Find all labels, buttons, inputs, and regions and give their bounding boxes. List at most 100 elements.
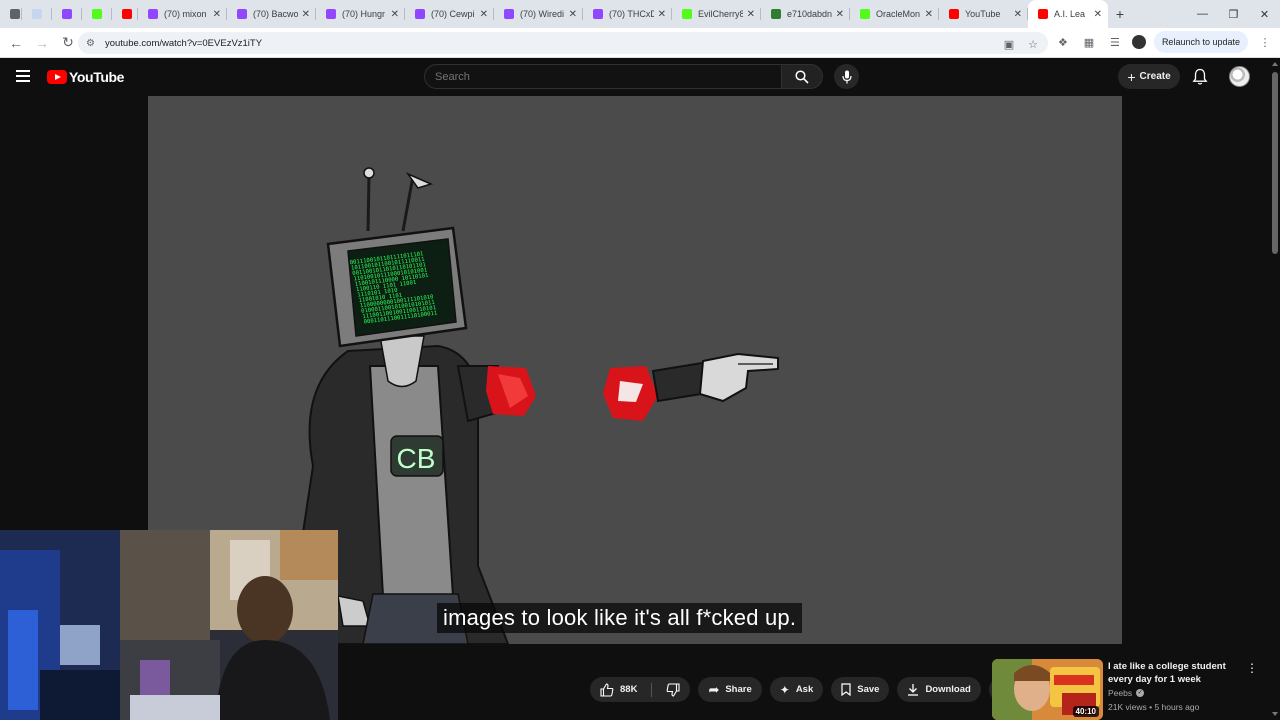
browser-tab[interactable] [82, 0, 112, 28]
browser-tab[interactable] [52, 0, 82, 28]
back-icon[interactable]: ← [4, 31, 28, 55]
voice-search-button[interactable] [834, 64, 859, 89]
scroll-up-arrow-icon[interactable] [1272, 62, 1278, 66]
bookmark-icon [841, 683, 851, 696]
browser-tab[interactable] [0, 0, 22, 28]
install-app-icon[interactable]: ▣ [1000, 35, 1018, 53]
scroll-down-arrow-icon[interactable] [1272, 712, 1278, 716]
tab-close-icon[interactable]: ✕ [1094, 9, 1102, 20]
tab-favicon-icon [949, 9, 959, 19]
search-field[interactable] [424, 64, 782, 89]
restore-icon[interactable]: ❐ [1218, 0, 1249, 28]
new-tab-button[interactable]: + [1108, 6, 1132, 22]
tab-close-icon[interactable]: ✕ [1014, 9, 1022, 20]
url-text: youtube.com/watch?v=0EVEzVz1iTY [104, 37, 263, 49]
ask-label: Ask [795, 684, 814, 695]
recommended-title[interactable]: I ate like a college student every day f… [1108, 660, 1248, 686]
browser-toolbar: ← → ↻ ⚙ youtube.com/watch?v=0EVEzVz1iTY … [0, 28, 1280, 58]
recommended-menu-icon[interactable]: ⋮ [1246, 661, 1258, 675]
tab-title: (70) Wiredi [520, 9, 565, 19]
recommended-channel[interactable]: Peebs ✓ [1108, 688, 1145, 698]
browser-tab[interactable]: (70) Wiredi ✕ [494, 0, 583, 28]
page-scrollbar[interactable] [1270, 58, 1280, 720]
bookmark-star-icon[interactable]: ☆ [1024, 35, 1042, 53]
tab-favicon-icon [237, 9, 247, 19]
guide-menu-icon[interactable] [16, 70, 30, 82]
browser-tab[interactable] [22, 0, 52, 28]
thumbs-down-icon [667, 682, 680, 697]
browser-tab[interactable]: (70) mixon ✕ [138, 0, 227, 28]
tab-title: EvilCherry8 [698, 9, 743, 19]
save-label: Save [857, 684, 880, 695]
webcam-overlay [0, 530, 338, 720]
tab-close-icon[interactable]: ✕ [925, 9, 933, 20]
tab-close-icon[interactable]: ✕ [569, 9, 577, 20]
browser-tab[interactable]: A.I. Lea ✕ [1028, 0, 1108, 28]
logo-text: YouTube [69, 69, 125, 85]
tab-close-icon[interactable]: ✕ [658, 9, 666, 20]
extensions-icon[interactable]: ❖ [1054, 33, 1072, 51]
browser-tab[interactable]: (70) Bacwo ✕ [227, 0, 316, 28]
ask-button[interactable]: ✦ Ask [769, 677, 824, 702]
thumbs-up-icon[interactable] [600, 682, 614, 697]
tab-title: (70) Cewpi [431, 9, 475, 19]
browser-tab[interactable]: EvilCherry8 ✕ [672, 0, 761, 28]
tab-close-icon[interactable]: ✕ [391, 9, 399, 20]
tab-favicon-icon [10, 9, 20, 19]
like-separator [651, 682, 653, 697]
browser-tab[interactable]: (70) Cewpi ✕ [405, 0, 494, 28]
share-label: Share [725, 684, 752, 695]
site-info-icon[interactable]: ⚙ [86, 38, 95, 49]
recommended-meta: 21K views • 5 hours ago [1108, 702, 1200, 712]
dislike-button[interactable] [658, 682, 690, 697]
tab-favicon-icon [92, 9, 102, 19]
search-button[interactable] [781, 64, 823, 89]
like-count[interactable]: 88K [620, 684, 637, 695]
browser-tab[interactable]: YouTube ✕ [939, 0, 1028, 28]
browser-tab[interactable]: OracleMon ✕ [850, 0, 939, 28]
download-button[interactable]: Download [897, 677, 981, 702]
tab-favicon-icon [682, 9, 692, 19]
channel-name: Peebs [1108, 688, 1133, 698]
recommended-thumbnail[interactable]: 40:10 [992, 659, 1103, 720]
address-bar[interactable]: ⚙ youtube.com/watch?v=0EVEzVz1iTY ▣ ☆ [78, 32, 1048, 54]
media-control-icon[interactable]: ☰ [1106, 33, 1124, 51]
youtube-logo[interactable]: YouTube [47, 69, 124, 85]
tab-title: (70) Bacwo [253, 9, 298, 19]
share-button[interactable]: ➦ Share [698, 677, 762, 702]
recommended-video[interactable]: 40:10 I ate like a college student every… [992, 659, 1262, 720]
tab-close-icon[interactable]: ✕ [836, 9, 844, 20]
save-button[interactable]: Save [831, 677, 890, 702]
tab-close-icon[interactable]: ✕ [747, 9, 755, 20]
youtube-play-icon [47, 70, 67, 84]
microphone-icon [841, 70, 852, 83]
tab-close-icon[interactable]: ✕ [213, 9, 221, 20]
tab-close-icon[interactable]: ✕ [302, 9, 310, 20]
browser-tab[interactable]: e710dabdn ✕ [761, 0, 850, 28]
webcam-image [0, 530, 338, 720]
tab-favicon-icon [32, 9, 42, 19]
verified-badge-icon: ✓ [1136, 689, 1145, 697]
create-button[interactable]: + Create [1118, 64, 1180, 89]
search-input[interactable] [425, 65, 781, 88]
profile-icon[interactable] [1131, 35, 1146, 49]
tab-title: OracleMon [876, 9, 921, 19]
browser-menu-icon[interactable]: ⋮ [1256, 33, 1274, 51]
notifications-bell-icon[interactable] [1192, 68, 1208, 86]
sparkle-icon: ✦ [779, 682, 790, 697]
tab-favicon-icon [326, 9, 336, 19]
account-avatar[interactable] [1229, 66, 1250, 87]
tab-close-icon[interactable]: ✕ [480, 9, 488, 20]
forward-icon[interactable]: → [30, 31, 54, 55]
split-view-icon[interactable]: ▦ [1080, 33, 1098, 51]
relaunch-button[interactable]: Relaunch to update [1153, 31, 1248, 53]
scrollbar-thumb[interactable] [1272, 72, 1278, 254]
minimize-icon[interactable]: — [1187, 0, 1218, 28]
browser-tab[interactable] [112, 0, 138, 28]
plus-icon: + [1127, 68, 1136, 85]
reload-icon[interactable]: ↻ [56, 31, 80, 55]
browser-tab[interactable]: (70) THCxD ✕ [583, 0, 672, 28]
browser-tab[interactable]: (70) Hungr ✕ [316, 0, 405, 28]
tab-favicon-icon [771, 9, 781, 19]
close-window-icon[interactable]: ✕ [1249, 0, 1280, 28]
